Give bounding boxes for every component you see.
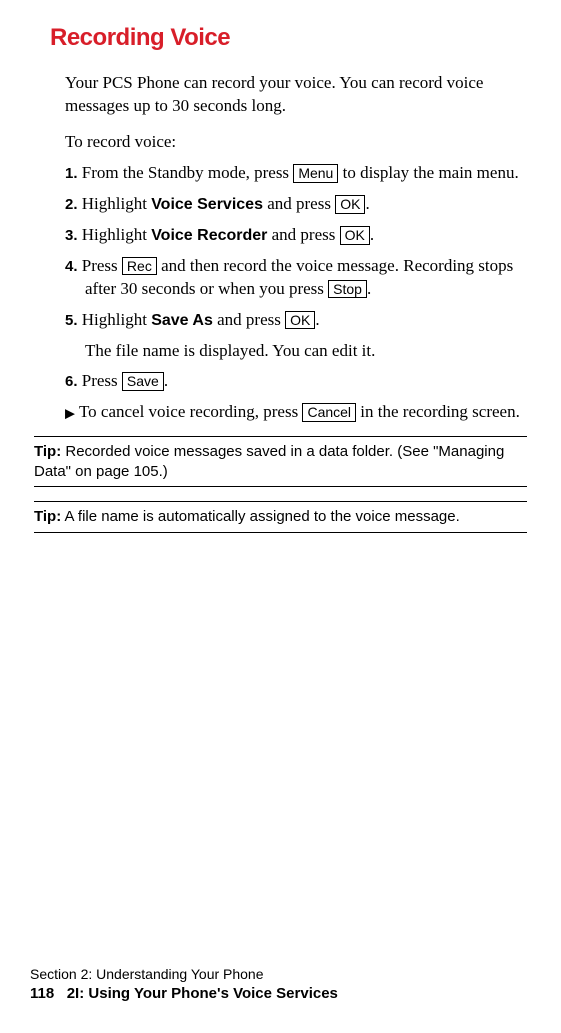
sub-intro-text: To record voice:: [65, 132, 531, 152]
step-5-note: The file name is displayed. You can edit…: [85, 340, 521, 363]
bullet-text1: To cancel voice recording, press: [79, 402, 303, 421]
step-1-text1: From the Standby mode, press: [82, 163, 294, 182]
ok-button-label-1: OK: [335, 195, 365, 214]
page-footer: Section 2: Understanding Your Phone 118 …: [30, 965, 338, 1003]
step-4-text1: Press: [82, 256, 122, 275]
step-5-text2: and press: [213, 310, 285, 329]
step-3-text2: and press: [267, 225, 339, 244]
step-1-text2: to display the main menu.: [338, 163, 518, 182]
tip-box-1: Tip: Recorded voice messages saved in a …: [34, 436, 527, 487]
footer-line-2: 118 2I: Using Your Phone's Voice Service…: [30, 984, 338, 1004]
tip-2-text: A file name is automatically assigned to…: [61, 508, 460, 525]
step-6-num: 6.: [65, 373, 78, 390]
bullet-text2: in the recording screen.: [356, 402, 520, 421]
step-list: 1. From the Standby mode, press Menu to …: [65, 162, 521, 332]
cancel-button-label: Cancel: [302, 403, 356, 422]
page-number: 118: [30, 985, 54, 1002]
step-list-cont: 6. Press Save.: [65, 370, 521, 393]
page-title: Recording Voice: [50, 24, 531, 52]
stop-button-label: Stop: [328, 280, 367, 299]
intro-text: Your PCS Phone can record your voice. Yo…: [65, 72, 521, 118]
step-1-num: 1.: [65, 165, 78, 182]
tip-1-label: Tip:: [34, 443, 61, 460]
footer-line-1: Section 2: Understanding Your Phone: [30, 965, 338, 983]
step-2-num: 2.: [65, 196, 78, 213]
step-2-text1: Highlight: [82, 194, 151, 213]
bullet-icon: ▶: [65, 406, 75, 421]
step-5: 5. Highlight Save As and press OK.: [65, 309, 521, 332]
step-4-num: 4.: [65, 258, 78, 275]
step-2-bold: Voice Services: [151, 196, 263, 213]
step-5-text3: .: [315, 310, 319, 329]
save-button-label: Save: [122, 372, 164, 391]
step-3-bold: Voice Recorder: [151, 227, 267, 244]
menu-button-label: Menu: [293, 164, 338, 183]
step-2-text2: and press: [263, 194, 335, 213]
rec-button-label: Rec: [122, 257, 157, 276]
step-2: 2. Highlight Voice Services and press OK…: [65, 193, 521, 216]
step-6: 6. Press Save.: [65, 370, 521, 393]
step-3-num: 3.: [65, 227, 78, 244]
step-6-text1: Press: [82, 371, 122, 390]
ok-button-label-3: OK: [285, 311, 315, 330]
step-2-text3: .: [365, 194, 369, 213]
ok-button-label-2: OK: [340, 226, 370, 245]
step-4-text3: .: [367, 279, 371, 298]
tip-1-text: Recorded voice messages saved in a data …: [34, 443, 504, 480]
step-5-text1: Highlight: [82, 310, 151, 329]
tip-2-label: Tip:: [34, 508, 61, 525]
tip-box-2: Tip: A file name is automatically assign…: [34, 501, 527, 533]
step-3-text1: Highlight: [82, 225, 151, 244]
step-1: 1. From the Standby mode, press Menu to …: [65, 162, 521, 185]
step-5-num: 5.: [65, 312, 78, 329]
step-6-text2: .: [164, 371, 168, 390]
step-3-text3: .: [370, 225, 374, 244]
step-4: 4. Press Rec and then record the voice m…: [65, 255, 521, 301]
footer-section-title: 2I: Using Your Phone's Voice Services: [67, 985, 338, 1002]
step-3: 3. Highlight Voice Recorder and press OK…: [65, 224, 521, 247]
cancel-bullet: ▶ To cancel voice recording, press Cance…: [65, 401, 521, 424]
step-5-bold: Save As: [151, 312, 213, 329]
